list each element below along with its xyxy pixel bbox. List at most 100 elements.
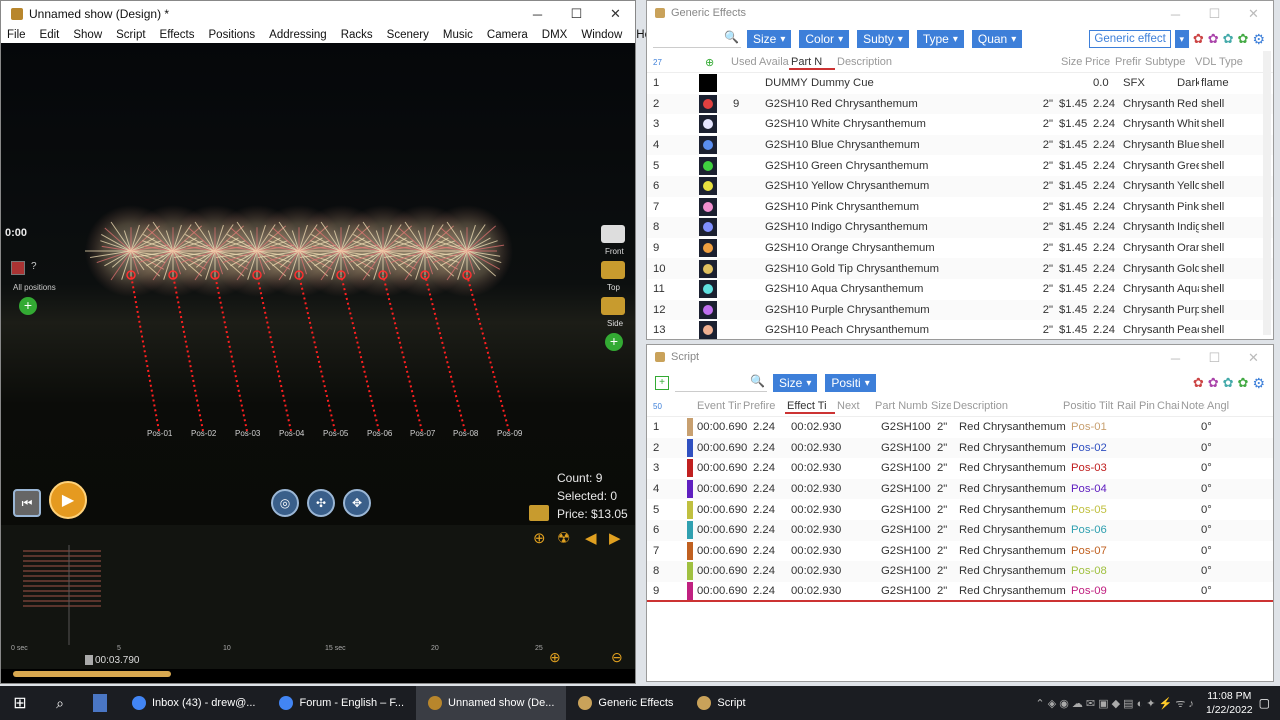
select-tool-button[interactable]: ◎ xyxy=(271,489,299,517)
library-select[interactable]: Generic effect xyxy=(1089,30,1171,48)
add-event-icon[interactable]: + xyxy=(655,376,669,390)
tray-icons[interactable]: ⌃ ◈ ◉ ☁ ✉ ▣ ◆ ▤ ◐ ✦ ⚡ ᯤ ♪ xyxy=(1035,696,1194,711)
effects-search-input[interactable]: 🔍 xyxy=(653,30,741,48)
script-row[interactable]: 8 00:00.690 2.24 00:02.930 G2SH100 2" Red Chry… xyxy=(647,561,1273,582)
camera-front-button[interactable] xyxy=(601,261,625,279)
menu-item-effects[interactable]: Effects xyxy=(160,29,195,41)
effects-maximize-button[interactable]: ☐ xyxy=(1195,1,1234,27)
position-label[interactable]: Pos-07 xyxy=(410,429,435,438)
script-row[interactable]: 6 00:00.690 2.24 00:02.930 G2SH100 2" Red Chry… xyxy=(647,519,1273,541)
script-col-tilt[interactable]: Tilt xyxy=(1097,400,1115,414)
effects-row[interactable]: 12 G2SH10 Purple Chrysanthemum 2" $1.45 2.24 C… xyxy=(647,299,1273,321)
rewind-button[interactable]: ⏮ xyxy=(13,489,41,517)
effects-row[interactable]: 9 G2SH10 Orange Chrysanthemum 2" $1.45 2.24 Ch… xyxy=(647,238,1273,259)
taskbar-item[interactable]: Unnamed show (De... xyxy=(416,686,567,720)
script-close-button[interactable]: ✕ xyxy=(1234,345,1273,371)
effects-row[interactable]: 8 G2SH10 Indigo Chrysanthemum 2" $1.45 2.24 Ch… xyxy=(647,217,1273,238)
menu-item-script[interactable]: Script xyxy=(116,29,145,41)
effects-tool-icon-3[interactable]: ✿ xyxy=(1223,31,1234,47)
effects-col-price[interactable]: Price xyxy=(1083,56,1113,70)
effects-row[interactable]: 11 G2SH10 Aqua Chrysanthemum 2" $1.45 2.24 Chr… xyxy=(647,279,1273,300)
menu-item-show[interactable]: Show xyxy=(73,29,102,41)
effects-row[interactable]: 5 G2SH10 Green Chrysanthemum 2" $1.45 2.24 Chr… xyxy=(647,155,1273,176)
menu-item-scenery[interactable]: Scenery xyxy=(387,29,429,41)
windows-start-icon[interactable]: ⊞ xyxy=(0,686,40,720)
effects-col-subtype[interactable]: Subtype xyxy=(1143,56,1193,70)
script-col-angl[interactable]: Angl xyxy=(1205,400,1229,414)
timeline-panel[interactable]: ⊕ ☢ ◀ ▶ 0 sec 5 10 15 sec 20 25 00:03.790 ⊕ ⊖ xyxy=(1,525,635,677)
effects-scrollbar[interactable] xyxy=(1263,51,1271,335)
script-col-chai[interactable]: Chai xyxy=(1155,400,1179,414)
calculator-icon[interactable] xyxy=(80,686,120,720)
effects-row[interactable]: 1 DUMMY Dummy Cue 0.0 SFX Dark flame xyxy=(647,73,1273,94)
effects-row[interactable]: 7 G2SH10 Pink Chrysanthemum 2" $1.45 2.24 Chry… xyxy=(647,197,1273,218)
timeline-zoom-out-icon[interactable]: ⊖ xyxy=(611,649,623,666)
clock-time[interactable]: 11:08 PM xyxy=(1206,689,1253,703)
script-row[interactable]: 4 00:00.690 2.24 00:02.930 G2SH100 2" Red Chry… xyxy=(647,478,1273,500)
script-col-rail[interactable]: Rail xyxy=(1115,400,1137,414)
script-filter-positi[interactable]: Positi xyxy=(825,374,876,392)
script-col-notes[interactable]: Notes xyxy=(1179,400,1205,414)
effects-filter-quan[interactable]: Quan xyxy=(971,30,1023,48)
effects-col-description[interactable]: Description xyxy=(835,56,1059,70)
script-col-next[interactable]: Next xyxy=(835,400,873,414)
record-icon[interactable] xyxy=(11,261,25,275)
taskbar-item[interactable]: Generic Effects xyxy=(566,686,685,720)
menu-item-racks[interactable]: Racks xyxy=(341,29,373,41)
effects-filter-color[interactable]: Color xyxy=(799,30,850,48)
menu-item-addressing[interactable]: Addressing xyxy=(269,29,327,41)
position-label[interactable]: Pos-08 xyxy=(453,429,478,438)
script-row[interactable]: 3 00:00.690 2.24 00:02.930 G2SH100 2" Red Chry… xyxy=(647,458,1273,479)
script-row[interactable]: 1 00:00.690 2.24 00:02.930 G2SH100 2" Red Chry… xyxy=(647,417,1273,438)
menu-item-window[interactable]: Window xyxy=(581,29,622,41)
script-col-event-time[interactable]: Event Time xyxy=(695,400,741,414)
add-camera-button[interactable]: + xyxy=(605,333,623,351)
script-col-effect-ti[interactable]: Effect Ti xyxy=(785,400,835,414)
script-tool-icon-1[interactable]: ✿ xyxy=(1193,375,1204,391)
script-tool-icon-4[interactable]: ✿ xyxy=(1238,375,1249,391)
add-position-button[interactable]: + xyxy=(19,297,37,315)
script-titlebar[interactable]: Script ─ ☐ ✕ xyxy=(647,345,1273,369)
script-col-part-numb[interactable]: Part Numb xyxy=(873,400,929,414)
effects-col-used[interactable]: Used xyxy=(729,56,757,70)
script-row[interactable]: 7 00:00.690 2.24 00:02.930 G2SH100 2" Red Chry… xyxy=(647,541,1273,562)
effects-col-size[interactable]: Size xyxy=(1059,56,1083,70)
menu-item-dmx[interactable]: DMX xyxy=(542,29,568,41)
playhead-handle[interactable] xyxy=(85,655,93,665)
menu-item-edit[interactable]: Edit xyxy=(40,29,60,41)
camera-icon[interactable] xyxy=(601,225,625,243)
main-titlebar[interactable]: Unnamed show (Design) * ─ ☐ ✕ xyxy=(1,1,635,27)
effects-col-vdl[interactable]: VDL xyxy=(1193,56,1217,70)
script-filter-size[interactable]: Size xyxy=(773,374,818,392)
library-select-chevron-icon[interactable]: ▾ xyxy=(1174,30,1189,48)
effects-minimize-button[interactable]: ─ xyxy=(1156,1,1195,27)
effects-close-button[interactable]: ✕ xyxy=(1234,1,1273,27)
menu-item-music[interactable]: Music xyxy=(443,29,473,41)
script-row[interactable]: 5 00:00.690 2.24 00:02.930 G2SH100 2" Red Chry… xyxy=(647,499,1273,520)
taskbar-item[interactable]: Inbox (43) - drew@... xyxy=(120,686,267,720)
effects-row[interactable]: 2 9 G2SH10 Red Chrysanthemum 2" $1.45 2.24 Chry… xyxy=(647,93,1273,115)
script-col-prefire[interactable]: Prefire xyxy=(741,400,785,414)
effects-tool-icon-2[interactable]: ✿ xyxy=(1208,31,1219,47)
effects-titlebar[interactable]: Generic Effects ─ ☐ ✕ xyxy=(647,1,1273,25)
effects-col-prefir[interactable]: Prefir xyxy=(1113,56,1143,70)
position-label[interactable]: Pos-04 xyxy=(279,429,304,438)
effects-row[interactable]: 3 G2SH10 White Chrysanthemum 2" $1.45 2.24 Chr… xyxy=(647,114,1273,135)
position-label[interactable]: Pos-06 xyxy=(367,429,392,438)
script-search-input[interactable]: 🔍 xyxy=(675,374,767,392)
timeline-zoom-in-icon[interactable]: ⊕ xyxy=(549,649,561,666)
effects-row[interactable]: 6 G2SH10 Yellow Chrysanthemum 2" $1.45 2.24 Ch… xyxy=(647,175,1273,197)
play-button[interactable]: ▶ xyxy=(49,481,87,519)
rotate-tool-button[interactable]: ✣ xyxy=(307,489,335,517)
script-minimize-button[interactable]: ─ xyxy=(1156,345,1195,371)
script-row[interactable]: 2 00:00.690 2.24 00:02.930 G2SH100 2" Red Chry… xyxy=(647,437,1273,459)
effects-row[interactable]: 4 G2SH10 Blue Chrysanthemum 2" $1.45 2.24 Chry… xyxy=(647,134,1273,156)
timeline-scrollbar[interactable] xyxy=(13,671,171,677)
effects-filter-subty[interactable]: Subty xyxy=(857,30,909,48)
taskbar-item[interactable]: Forum - English – F... xyxy=(267,686,416,720)
script-tool-icon-3[interactable]: ✿ xyxy=(1223,375,1234,391)
effects-row[interactable]: 10 G2SH10 Gold Tip Chrysanthemum 2" $1.45 2.2… xyxy=(647,258,1273,279)
lock-icon[interactable] xyxy=(529,505,549,521)
position-label[interactable]: Pos-05 xyxy=(323,429,348,438)
effects-row[interactable]: 13 G2SH10 Peach Chrysanthemum 2" $1.45 2.24 Ch… xyxy=(647,320,1273,341)
